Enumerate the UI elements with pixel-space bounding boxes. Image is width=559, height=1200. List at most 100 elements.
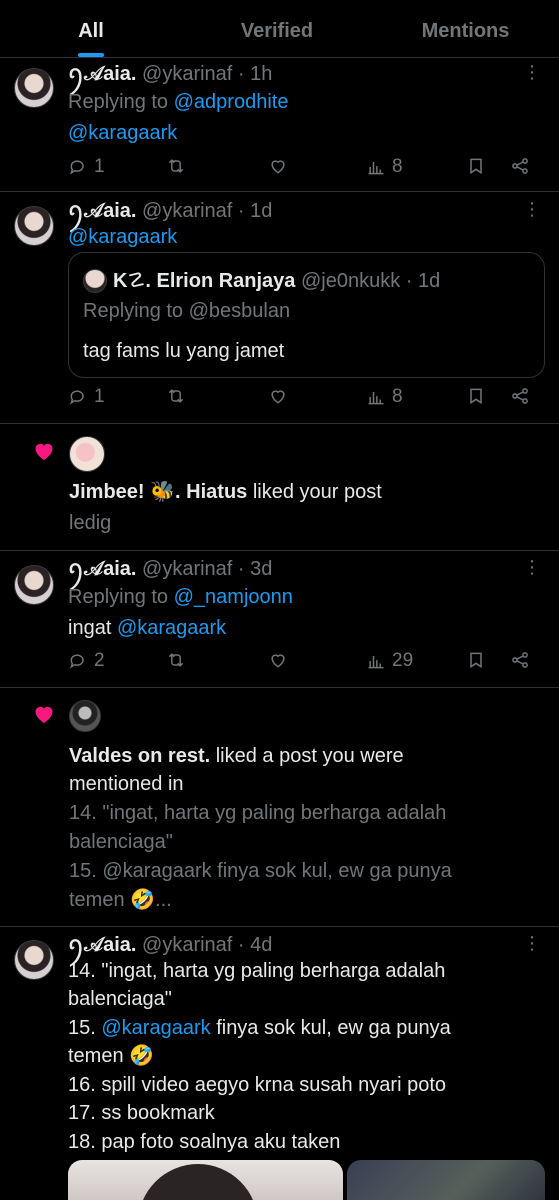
bookmark-icon: [470, 652, 482, 669]
reply-button[interactable]: 1: [68, 386, 105, 408]
divider: [0, 687, 559, 688]
reply-button[interactable]: 1: [68, 156, 105, 178]
like-text: Valdes on rest. liked a post you were: [69, 742, 404, 770]
post-image[interactable]: [68, 1160, 343, 1200]
views-count: 29: [392, 650, 414, 671]
avatar[interactable]: [14, 940, 54, 980]
share-button[interactable]: [510, 650, 530, 670]
post-line: 14. "ingat, harta yg paling berharga ada…: [68, 960, 446, 982]
replying-mention[interactable]: @adprodhite: [174, 91, 289, 113]
replying-line: Replying to @adprodhite: [68, 88, 288, 116]
post-actions: 1 8: [68, 386, 538, 414]
views-button[interactable]: 8: [366, 386, 403, 408]
line-text: finya sok kul, ew ga punya: [216, 1017, 451, 1039]
bookmark-button[interactable]: [466, 386, 486, 406]
post-line: temen 🤣: [68, 1045, 155, 1067]
author-name[interactable]: ꪆ𝒜aia.: [68, 200, 136, 222]
post-line: 15. @karagaark finya sok kul, ew ga puny…: [68, 1014, 451, 1042]
tab-mentions[interactable]: Mentions: [372, 0, 559, 57]
author-name[interactable]: ꪆ𝒜aia.: [68, 934, 136, 956]
views-count: 8: [392, 156, 403, 177]
avatar[interactable]: [14, 206, 54, 246]
more-icon[interactable]: ⋮: [523, 933, 545, 954]
reply-icon: [69, 390, 84, 405]
views-count: 8: [392, 386, 403, 407]
post-header: ꪆ𝒜aia. @ykarinaf · 4d: [68, 931, 272, 959]
notification-tabs: All Verified Mentions: [0, 0, 559, 58]
repost-icon: [168, 653, 184, 667]
post-actions: 1 8: [68, 156, 538, 184]
like-button[interactable]: [268, 156, 288, 176]
post-time: · 1h: [237, 63, 273, 85]
line-number: 15.: [68, 1017, 96, 1039]
views-icon: [368, 656, 384, 669]
post-header: ꪆ𝒜aia. @ykarinaf · 3d: [68, 555, 272, 583]
tab-verified-label: Verified: [240, 20, 314, 42]
repost-button[interactable]: [166, 386, 186, 406]
like-icon: [271, 390, 285, 404]
avatar[interactable]: [69, 436, 105, 472]
bookmark-icon: [470, 158, 482, 175]
like-button[interactable]: [268, 386, 288, 406]
divider: [0, 423, 559, 424]
share-button[interactable]: [510, 156, 530, 176]
more-icon[interactable]: ⋮: [523, 199, 545, 220]
repost-button[interactable]: [166, 650, 186, 670]
quoted-post[interactable]: K☡. Elrion Ranjaya @je0nkukk · 1d Replyi…: [68, 252, 545, 378]
reply-count: 1: [94, 156, 105, 177]
bookmark-button[interactable]: [466, 650, 486, 670]
divider: [0, 191, 559, 192]
post-time: · 1d: [237, 200, 273, 222]
more-icon[interactable]: ⋮: [523, 557, 545, 578]
body-mention[interactable]: @karagaark: [68, 226, 177, 248]
body-mention[interactable]: @karagaark: [68, 122, 177, 144]
share-icon: [512, 388, 528, 404]
author-handle: @ykarinaf: [142, 200, 233, 222]
actor-name[interactable]: Valdes on rest.: [69, 745, 210, 767]
like-action-cont: mentioned in: [69, 773, 184, 795]
reply-icon: [69, 654, 84, 669]
reply-button[interactable]: 2: [68, 650, 105, 672]
heart-icon: [32, 702, 56, 726]
avatar[interactable]: [14, 68, 54, 108]
quoted-replying: Replying to @besbulan: [83, 300, 291, 322]
bookmark-button[interactable]: [466, 156, 486, 176]
avatar[interactable]: [69, 700, 101, 732]
like-icon: [271, 160, 285, 174]
image-content: [138, 1164, 258, 1200]
more-icon[interactable]: ⋮: [523, 62, 545, 83]
replying-prefix: Replying to: [68, 91, 169, 113]
quoted-header: K☡. Elrion Ranjaya @je0nkukk · 1d: [113, 267, 440, 295]
post-line: 18. pap foto soalnya aku taken: [68, 1131, 341, 1153]
divider: [0, 550, 559, 551]
author-name[interactable]: ꪆ𝒜aia.: [68, 63, 136, 85]
body-mention[interactable]: @karagaark: [117, 617, 226, 639]
post-line: balenciaga": [68, 988, 172, 1010]
views-button[interactable]: 29: [366, 650, 413, 672]
like-action: liked your post: [252, 481, 382, 503]
tab-all-label: All: [78, 20, 104, 42]
body-mention[interactable]: @karagaark: [101, 1017, 210, 1039]
snippet-line: 14. "ingat, harta yg paling berharga ada…: [69, 802, 447, 824]
post-actions: 2 29: [68, 650, 538, 678]
post-image[interactable]: [347, 1160, 545, 1200]
share-icon: [512, 158, 528, 174]
views-button[interactable]: 8: [366, 156, 403, 178]
replying-mention[interactable]: @_namjoonn: [174, 586, 293, 608]
share-button[interactable]: [510, 386, 530, 406]
author-handle: @ykarinaf: [142, 934, 233, 956]
author-handle: @ykarinaf: [142, 63, 233, 85]
author-name[interactable]: ꪆ𝒜aia.: [68, 558, 136, 580]
tab-verified[interactable]: Verified: [182, 0, 372, 57]
repost-button[interactable]: [166, 156, 186, 176]
views-icon: [368, 162, 384, 175]
share-icon: [512, 652, 528, 668]
tab-mentions-label: Mentions: [421, 20, 510, 42]
reply-icon: [69, 160, 84, 175]
tab-all[interactable]: All: [0, 0, 182, 57]
like-button[interactable]: [268, 650, 288, 670]
replying-line: Replying to @_namjoonn: [68, 583, 293, 611]
snippet-line: 15. @karagaark finya sok kul, ew ga puny…: [69, 860, 452, 882]
avatar[interactable]: [14, 565, 54, 605]
actor-name[interactable]: Jimbee! 🐝. Hiatus: [69, 481, 247, 503]
